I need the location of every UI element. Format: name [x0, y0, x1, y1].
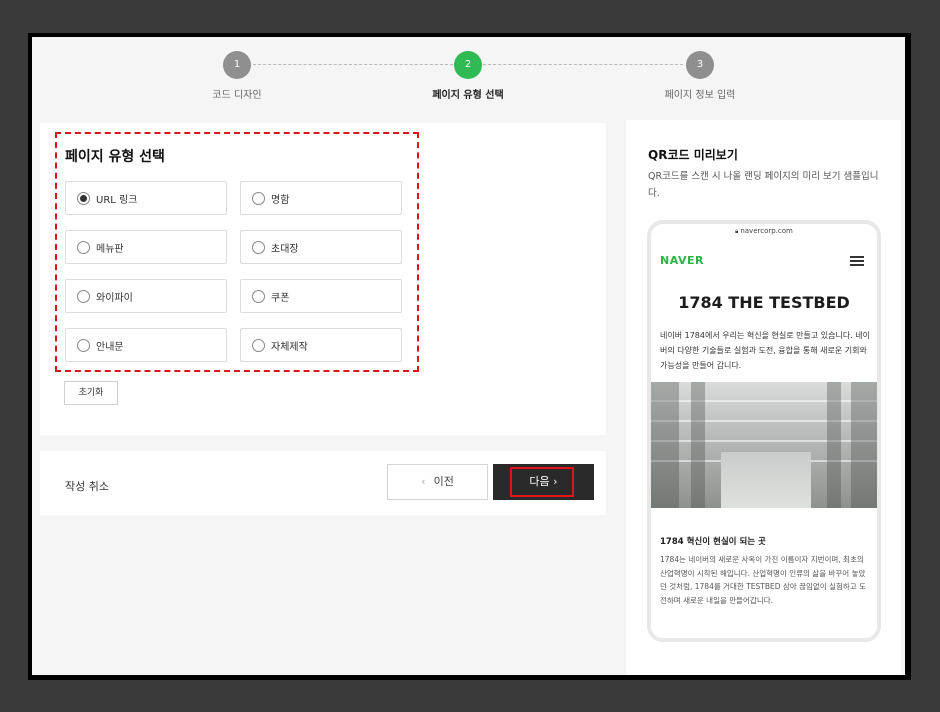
page-type-title: 페이지 유형 선택	[65, 149, 165, 165]
radio-button[interactable]	[77, 339, 90, 352]
option-label: 초대장	[271, 244, 299, 255]
phone-url: navercorp.com	[740, 227, 793, 235]
preview-description: QR코드를 스캔 시 나올 랜딩 페이지의 미리 보기 샘플입니다.	[648, 171, 879, 199]
next-button[interactable]: 다음 ›	[493, 464, 594, 500]
step-1: 1 코드 디자인	[177, 37, 297, 101]
stepper: 1 코드 디자인 2 페이지 유형 선택 3 페이지 정보 입력	[32, 37, 905, 117]
building-atrium-image	[651, 382, 877, 508]
radio-button[interactable]	[77, 192, 90, 205]
step-label: 페이지 유형 선택	[432, 90, 504, 101]
next-label: 다음	[529, 475, 550, 488]
option-label: 메뉴판	[96, 244, 124, 255]
radio-button[interactable]	[252, 241, 265, 254]
naver-logo: NAVER	[660, 254, 704, 267]
step-number: 2	[454, 51, 482, 79]
option-notice[interactable]: 안내문	[65, 328, 227, 362]
option-label: 자체제작	[271, 342, 308, 353]
radio-button[interactable]	[77, 241, 90, 254]
chevron-left-icon: ‹	[421, 475, 426, 488]
prev-button[interactable]: ‹ 이전	[387, 464, 488, 500]
option-label: URL 링크	[96, 195, 138, 206]
reset-button[interactable]: 초기화	[64, 381, 118, 405]
radio-button[interactable]	[77, 290, 90, 303]
lock-icon: 🔒︎	[735, 228, 739, 235]
next-label-row: 다음 ›	[493, 464, 594, 500]
option-invitation[interactable]: 초대장	[240, 230, 402, 264]
option-label: 쿠폰	[271, 293, 290, 304]
phone-mockup: 🔒︎ navercorp.com NAVER 1784 THE TESTBED 네…	[647, 220, 881, 642]
hamburger-menu-icon	[850, 256, 864, 266]
option-menu[interactable]: 메뉴판	[65, 230, 227, 264]
phone-url-bar: 🔒︎ navercorp.com	[651, 227, 877, 236]
step-label: 코드 디자인	[212, 90, 262, 101]
option-business-card[interactable]: 명함	[240, 181, 402, 215]
radio-button[interactable]	[252, 339, 265, 352]
chevron-right-icon: ›	[553, 475, 558, 488]
step-number: 3	[686, 51, 714, 79]
page-screen: 1 코드 디자인 2 페이지 유형 선택 3 페이지 정보 입력 페이지 유형 …	[32, 37, 905, 675]
cancel-link[interactable]: 작성 취소	[65, 478, 109, 494]
preview-title: QR코드 미리보기	[648, 148, 738, 162]
option-coupon[interactable]: 쿠폰	[240, 279, 402, 313]
step-label: 페이지 정보 입력	[664, 90, 736, 101]
phone-subheading: 1784 혁신이 현실이 되는 곳	[660, 537, 766, 547]
radio-button[interactable]	[252, 290, 265, 303]
phone-headline: 1784 THE TESTBED	[678, 293, 850, 312]
option-url-link[interactable]: URL 링크	[65, 181, 227, 215]
step-number: 1	[223, 51, 251, 79]
step-2: 2 페이지 유형 선택	[408, 37, 528, 101]
phone-intro-text: 네이버 1784에서 우리는 혁신을 현실로 만들고 있습니다. 네이버의 다양…	[660, 331, 870, 370]
option-label: 안내문	[96, 342, 124, 353]
option-label: 와이파이	[96, 293, 133, 304]
step-3: 3 페이지 정보 입력	[640, 37, 760, 101]
prev-label: 이전	[433, 475, 454, 488]
radio-button[interactable]	[252, 192, 265, 205]
option-custom[interactable]: 자체제작	[240, 328, 402, 362]
option-wifi[interactable]: 와이파이	[65, 279, 227, 313]
option-label: 명함	[271, 195, 290, 206]
screenshot-frame: 1 코드 디자인 2 페이지 유형 선택 3 페이지 정보 입력 페이지 유형 …	[28, 33, 911, 680]
phone-body-text: 1784는 네이버의 새로운 사옥이 가진 이름이자 지번이며, 최초의 산업혁…	[660, 555, 866, 605]
